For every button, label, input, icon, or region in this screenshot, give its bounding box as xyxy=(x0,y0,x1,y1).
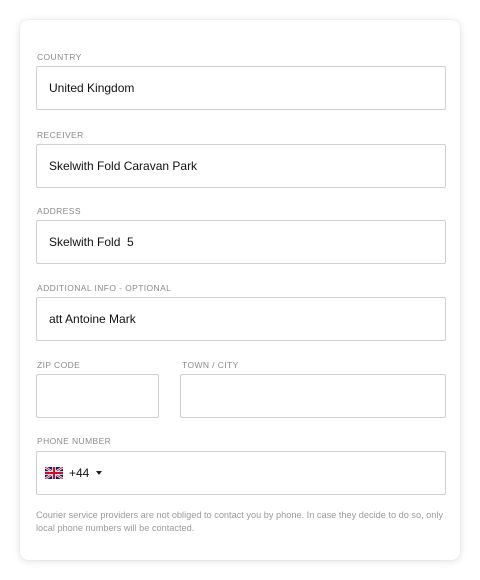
chevron-down-icon xyxy=(96,471,103,475)
address-label: ADDRESS xyxy=(37,206,81,216)
town-city-input[interactable] xyxy=(180,374,446,418)
country-input[interactable]: United Kingdom xyxy=(36,66,446,110)
uk-flag-icon xyxy=(45,467,63,479)
shipping-address-form: COUNTRY United Kingdom RECEIVER Skelwith… xyxy=(20,20,460,560)
town-city-label: TOWN / CITY xyxy=(182,360,239,370)
zip-code-input[interactable] xyxy=(36,374,159,418)
phone-number-label: PHONE NUMBER xyxy=(37,436,112,446)
phone-number-field: +44 xyxy=(36,451,446,495)
receiver-label: RECEIVER xyxy=(37,130,84,140)
zip-code-label: ZIP CODE xyxy=(37,360,81,370)
phone-prefix-code: +44 xyxy=(69,466,90,480)
receiver-input[interactable]: Skelwith Fold Caravan Park xyxy=(36,144,446,188)
additional-info-label: ADDITIONAL INFO - OPTIONAL xyxy=(37,283,172,293)
country-label: COUNTRY xyxy=(37,52,82,62)
phone-contact-note: Courier service providers are not oblige… xyxy=(36,510,444,533)
additional-info-input[interactable]: att Antoine Mark xyxy=(36,297,446,341)
phone-country-selector[interactable]: +44 xyxy=(45,452,103,494)
address-input[interactable]: Skelwith Fold 5 xyxy=(36,220,446,264)
